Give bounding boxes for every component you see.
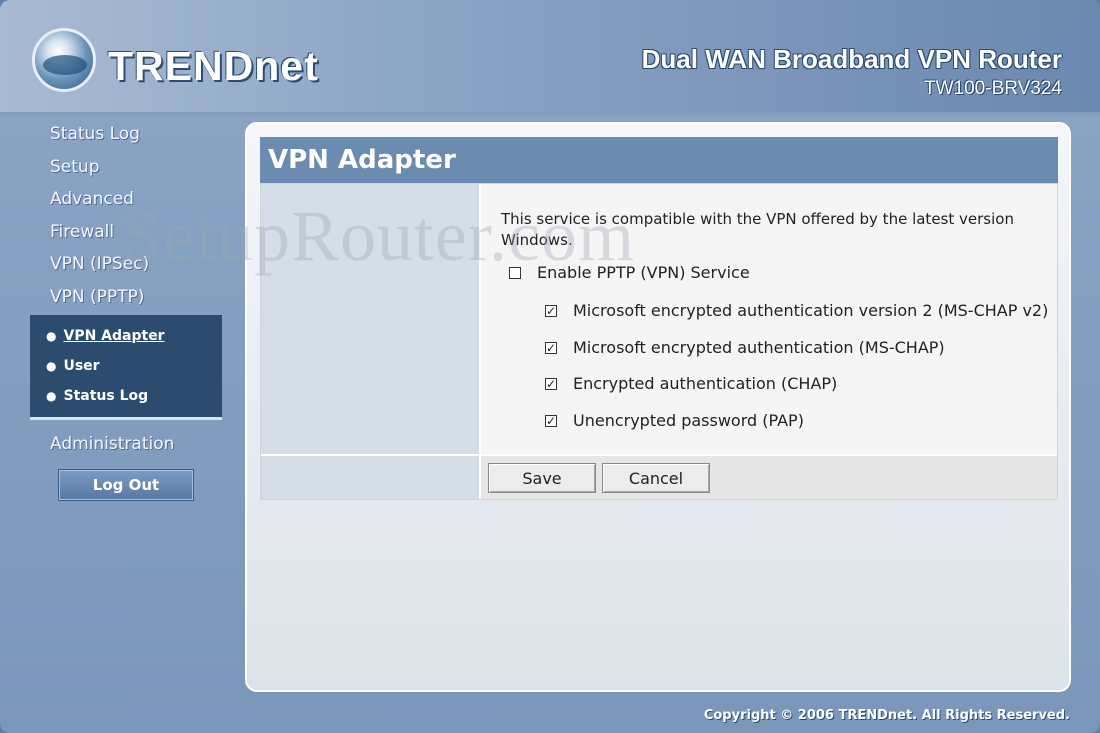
sidebar-item-vpn-ipsec[interactable]: VPN (IPSec) <box>30 250 224 283</box>
button-bar: Save Cancel <box>481 456 1057 499</box>
submenu-item-user[interactable]: ● User <box>30 351 222 381</box>
sidebar-nav: Status Log Setup Advanced Firewall VPN (… <box>30 120 224 463</box>
mschap-checkbox[interactable]: ✓ <box>545 341 557 354</box>
mschap-v2-checkbox[interactable]: ✓ <box>545 304 557 317</box>
auth-option-row: ✓ Microsoft encrypted authentication ver… <box>545 301 1048 320</box>
bullet-icon: ● <box>46 389 57 403</box>
auth-option-row: ✓ Microsoft encrypted authentication (MS… <box>545 338 945 357</box>
content-panel: VPN Adapter This service is compatible w… <box>245 122 1071 692</box>
product-title: Dual WAN Broadband VPN Router <box>641 44 1062 74</box>
pap-checkbox[interactable]: ✓ <box>545 414 557 427</box>
sidebar-item-setup[interactable]: Setup <box>30 153 224 186</box>
chap-label: Encrypted authentication (CHAP) <box>573 374 838 393</box>
sidebar-item-vpn-pptp[interactable]: VPN (PPTP) <box>30 283 224 316</box>
submenu-item-label: VPN Adapter <box>63 328 165 344</box>
chap-checkbox[interactable]: ✓ <box>545 377 557 390</box>
settings-area: This service is compatible with the VPN … <box>481 184 1057 454</box>
logout-button[interactable]: Log Out <box>58 469 194 501</box>
sidebar-item-administration[interactable]: Administration <box>30 430 224 463</box>
sidebar-item-status-log[interactable]: Status Log <box>30 120 224 153</box>
save-button[interactable]: Save <box>488 463 596 493</box>
settings-table: This service is compatible with the VPN … <box>260 183 1058 500</box>
service-description: This service is compatible with the VPN … <box>501 210 1014 249</box>
auth-option-row: ✓ Unencrypted password (PAP) <box>545 411 804 430</box>
pap-label: Unencrypted password (PAP) <box>573 411 804 430</box>
left-column <box>261 184 479 454</box>
enable-pptp-label: Enable PPTP (VPN) Service <box>537 263 750 282</box>
left-column-footer <box>261 456 479 499</box>
auth-option-row: ✓ Encrypted authentication (CHAP) <box>545 374 837 393</box>
sidebar-item-advanced[interactable]: Advanced <box>30 185 224 218</box>
submenu-item-vpn-adapter[interactable]: ● VPN Adapter <box>30 321 222 351</box>
product-model: TW100-BRV324 <box>924 78 1062 99</box>
copyright-footer: Copyright © 2006 TRENDnet. All Rights Re… <box>703 708 1070 723</box>
bullet-icon: ● <box>46 329 57 343</box>
mschap-label: Microsoft encrypted authentication (MS-C… <box>573 338 945 357</box>
vpn-pptp-submenu: ● VPN Adapter ● User ● Status Log <box>30 315 222 420</box>
mschap-v2-label: Microsoft encrypted authentication versi… <box>573 301 1049 320</box>
logo-text: TRENDnet <box>108 43 319 89</box>
cancel-button[interactable]: Cancel <box>602 463 710 493</box>
submenu-item-status-log[interactable]: ● Status Log <box>30 381 222 411</box>
trendnet-globe-icon <box>32 28 96 92</box>
page-title: VPN Adapter <box>268 145 456 175</box>
submenu-item-label: User <box>63 358 100 374</box>
sidebar-item-firewall[interactable]: Firewall <box>30 218 224 251</box>
enable-pptp-checkbox[interactable] <box>509 266 521 279</box>
bullet-icon: ● <box>46 359 57 373</box>
enable-pptp-row: Enable PPTP (VPN) Service <box>509 263 750 282</box>
submenu-item-label: Status Log <box>63 388 149 404</box>
header: TRENDnet Dual WAN Broadband VPN Router T… <box>0 0 1100 112</box>
panel-title-bar: VPN Adapter <box>260 137 1058 183</box>
